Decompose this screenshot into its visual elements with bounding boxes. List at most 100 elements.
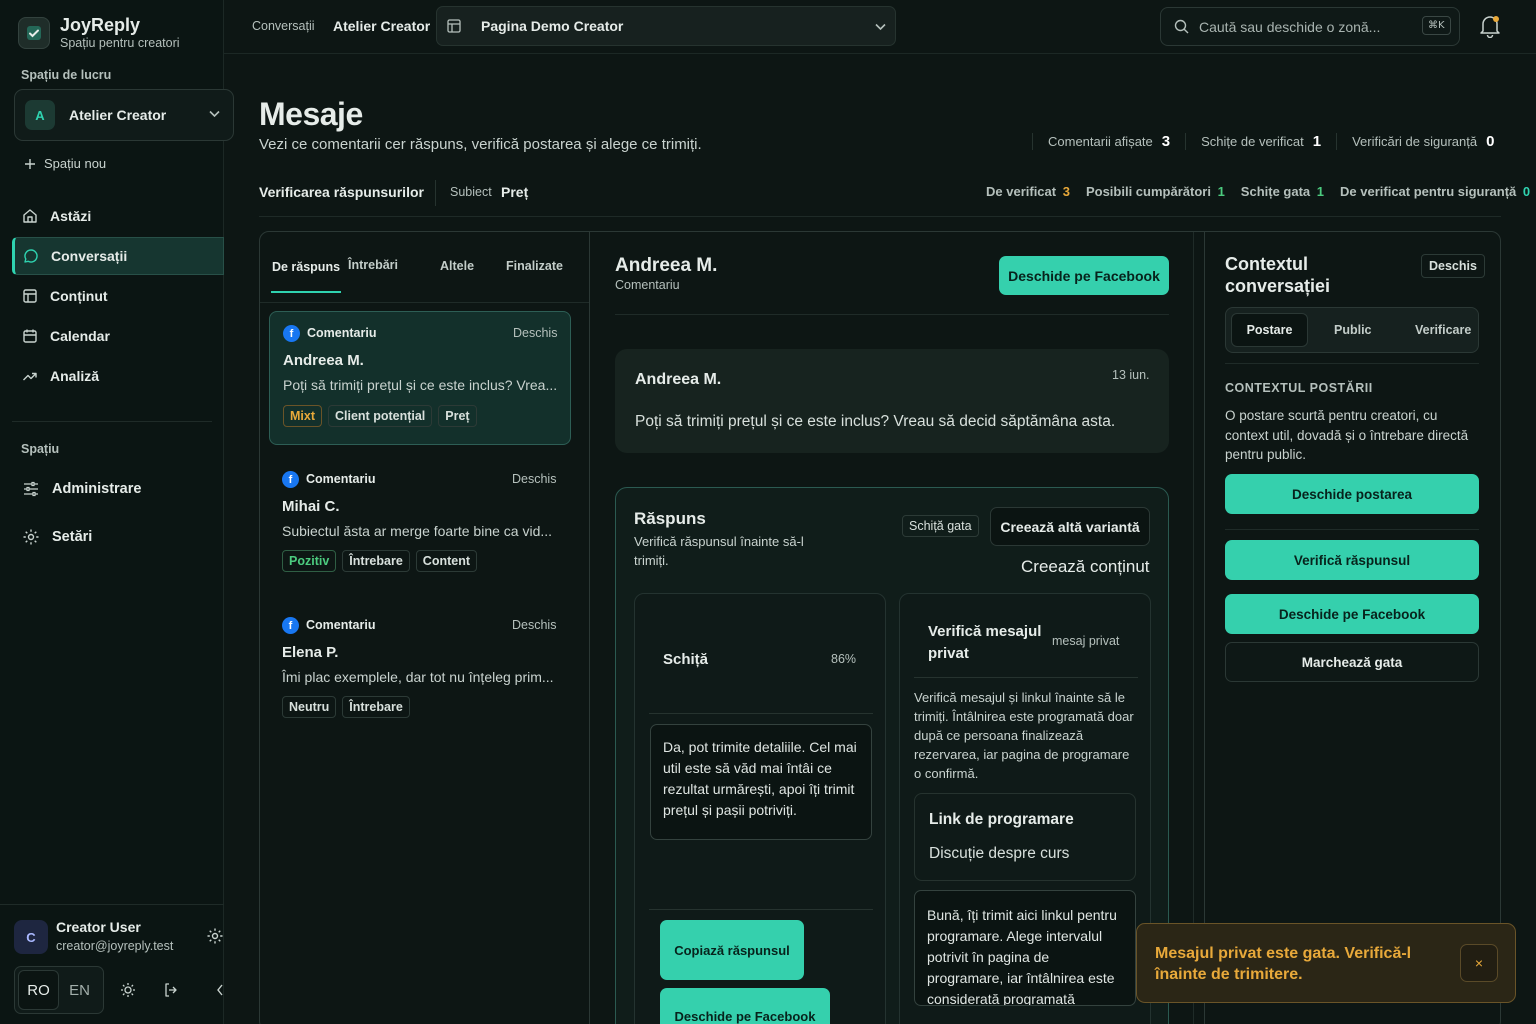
tag-question: Întrebare bbox=[342, 550, 410, 572]
check-reply-button[interactable]: Verifică răspunsul bbox=[1225, 540, 1479, 580]
booking-link-box[interactable]: Link de programare Discuție despre curs bbox=[914, 793, 1136, 881]
search-input[interactable]: Caută sau deschide o zonă... bbox=[1199, 19, 1380, 35]
tab-others[interactable]: Altele bbox=[440, 259, 474, 273]
item-name: Mihai C. bbox=[282, 498, 340, 515]
tab-finished[interactable]: Finalizate bbox=[506, 259, 563, 273]
nav-label: Setări bbox=[52, 529, 93, 545]
item-tags: Pozitiv Întrebare Content bbox=[282, 550, 478, 572]
private-divider bbox=[914, 677, 1138, 678]
bell-icon[interactable] bbox=[1479, 14, 1501, 38]
stat-drafts: Schițe de verificat 1 bbox=[1185, 132, 1336, 150]
nav-item-analytics[interactable]: Analiză bbox=[12, 357, 224, 395]
tag-question: Întrebare bbox=[342, 696, 410, 718]
user-email: creator@joyreply.test bbox=[56, 939, 174, 953]
item-status: Deschis bbox=[513, 326, 558, 340]
theme-toggle-icon[interactable] bbox=[120, 982, 136, 998]
item-preview: Îmi plac exemplele, dar tot nu înțeleg p… bbox=[282, 669, 554, 685]
item-type: Comentariu bbox=[306, 618, 376, 632]
tag-positive: Pozitiv bbox=[282, 550, 337, 572]
draft-open-facebook-button[interactable]: Deschide pe Facebook bbox=[660, 988, 830, 1024]
item-type: Comentariu bbox=[307, 326, 377, 340]
nav-item-calendar[interactable]: Calendar bbox=[12, 317, 224, 355]
layout-icon bbox=[22, 288, 38, 304]
thread-panel: Andreea M. Comentariu Deschide pe Facebo… bbox=[591, 232, 1193, 1024]
tab-to-reply[interactable]: De răspuns bbox=[271, 244, 341, 293]
lang-ro-button[interactable]: RO bbox=[18, 970, 60, 1010]
draft-divider bbox=[649, 713, 873, 714]
nav-label: Astăzi bbox=[50, 208, 92, 224]
stat-value: 1 bbox=[1312, 132, 1322, 150]
thread-kind: Comentariu bbox=[615, 278, 680, 292]
user-name: Creator User bbox=[56, 919, 141, 935]
context-open-facebook-button[interactable]: Deschide pe Facebook bbox=[1225, 594, 1479, 634]
tag-content: Content bbox=[415, 550, 478, 572]
post-context-label: CONTEXTUL POSTĂRII bbox=[1225, 381, 1373, 395]
tab-public[interactable]: Public bbox=[1334, 323, 1372, 337]
tag-neutral: Neutru bbox=[282, 696, 337, 718]
draft-textarea[interactable]: Da, pot trimite detaliile. Cel mai util … bbox=[650, 724, 872, 840]
new-space-label: Spațiu nou bbox=[44, 156, 107, 171]
tab-verification[interactable]: Verificare bbox=[1415, 323, 1471, 337]
sliders-icon bbox=[22, 480, 40, 498]
nav-item-conversations[interactable]: Conversații bbox=[12, 237, 224, 275]
message-text: Poți să trimiți prețul și ce este inclus… bbox=[635, 413, 1116, 430]
user-settings-icon[interactable] bbox=[206, 927, 224, 945]
toast-close-button[interactable]: × bbox=[1460, 944, 1498, 982]
booking-link-value: Discuție despre curs bbox=[929, 845, 1070, 862]
space-label: Spațiu bbox=[21, 442, 60, 456]
nav-item-content[interactable]: Conținut bbox=[12, 277, 224, 315]
item-name: Elena P. bbox=[282, 644, 339, 661]
page-select[interactable]: Pagina Demo Creator bbox=[436, 6, 896, 46]
private-tag: mesaj privat bbox=[1052, 634, 1120, 648]
private-message-textarea[interactable]: Bună, îți trimit aici linkul pentru prog… bbox=[914, 890, 1136, 1006]
scrollbar-track[interactable] bbox=[1193, 232, 1205, 1024]
list-item[interactable]: f Comentariu Deschis Elena P. Îmi plac e… bbox=[269, 604, 571, 734]
nav-item-today[interactable]: Astăzi bbox=[12, 197, 224, 235]
gear-icon bbox=[22, 528, 40, 546]
app-name: JoyReply bbox=[60, 15, 141, 35]
item-preview: Poți să trimiți prețul și ce este inclus… bbox=[283, 377, 558, 393]
logout-icon[interactable] bbox=[163, 982, 179, 998]
workspace-name: Atelier Creator bbox=[69, 107, 167, 123]
home-icon bbox=[22, 208, 38, 224]
message-bubble: Andreea M. 13 iun. Poți să trimiți prețu… bbox=[615, 349, 1169, 453]
new-space-button[interactable]: Spațiu nou bbox=[24, 156, 106, 171]
item-name: Andreea M. bbox=[283, 352, 364, 369]
tab-questions[interactable]: Întrebări bbox=[348, 258, 398, 272]
message-date: 13 iun. bbox=[1112, 368, 1150, 382]
lang-en-button[interactable]: EN bbox=[59, 970, 100, 1010]
nav-item-administration[interactable]: Administrare bbox=[12, 470, 224, 508]
private-title: Verifică mesajul privat bbox=[928, 623, 1042, 662]
search-bar[interactable]: Caută sau deschide o zonă... ⌘K bbox=[1160, 7, 1460, 46]
new-variant-button[interactable]: Creează altă variantă bbox=[990, 507, 1150, 546]
collapse-sidebar-icon[interactable] bbox=[216, 984, 224, 996]
item-status: Deschis bbox=[512, 618, 557, 632]
breadcrumb-section[interactable]: Conversații bbox=[252, 19, 315, 33]
topbar: Conversații Atelier Creator Pagina Demo … bbox=[224, 0, 1536, 54]
stat-value: 3 bbox=[1161, 132, 1171, 150]
chat-icon bbox=[23, 248, 39, 264]
copy-reply-button[interactable]: Copiază răspunsul bbox=[660, 920, 804, 980]
stat-value: 0 bbox=[1486, 132, 1495, 150]
workspace-selector[interactable]: A Atelier Creator bbox=[14, 89, 234, 141]
item-type: Comentariu bbox=[306, 472, 376, 486]
item-tags: Neutru Întrebare bbox=[282, 696, 410, 718]
open-post-button[interactable]: Deschide postarea bbox=[1225, 474, 1479, 514]
nav-item-settings[interactable]: Setări bbox=[12, 518, 224, 556]
mark-done-button[interactable]: Marchează gata bbox=[1225, 642, 1479, 682]
list-item[interactable]: f Comentariu Deschis Andreea M. Poți să … bbox=[269, 311, 571, 445]
facebook-icon: f bbox=[282, 471, 299, 488]
draft-card: Schiță 86% Da, pot trimite detaliile. Ce… bbox=[634, 593, 886, 1024]
create-content-link[interactable]: Creează conținut bbox=[1021, 557, 1150, 577]
context-status-badge: Deschis bbox=[1421, 254, 1485, 278]
list-item[interactable]: f Comentariu Deschis Mihai C. Subiectul … bbox=[269, 458, 571, 588]
tab-post[interactable]: Postare bbox=[1231, 313, 1308, 347]
subject-label: Subiect bbox=[450, 185, 492, 199]
stat-label: Schițe de verificat bbox=[1201, 133, 1304, 149]
reply-title: Răspuns bbox=[634, 509, 706, 528]
open-facebook-button[interactable]: Deschide pe Facebook bbox=[999, 256, 1169, 295]
chevron-down-icon bbox=[875, 23, 886, 31]
trend-icon bbox=[22, 368, 38, 384]
review-counters: De verificat 3 Posibili cumpărători 1 Sc… bbox=[986, 184, 1530, 199]
item-tags: Mixt Client potențial Preț bbox=[283, 405, 477, 427]
